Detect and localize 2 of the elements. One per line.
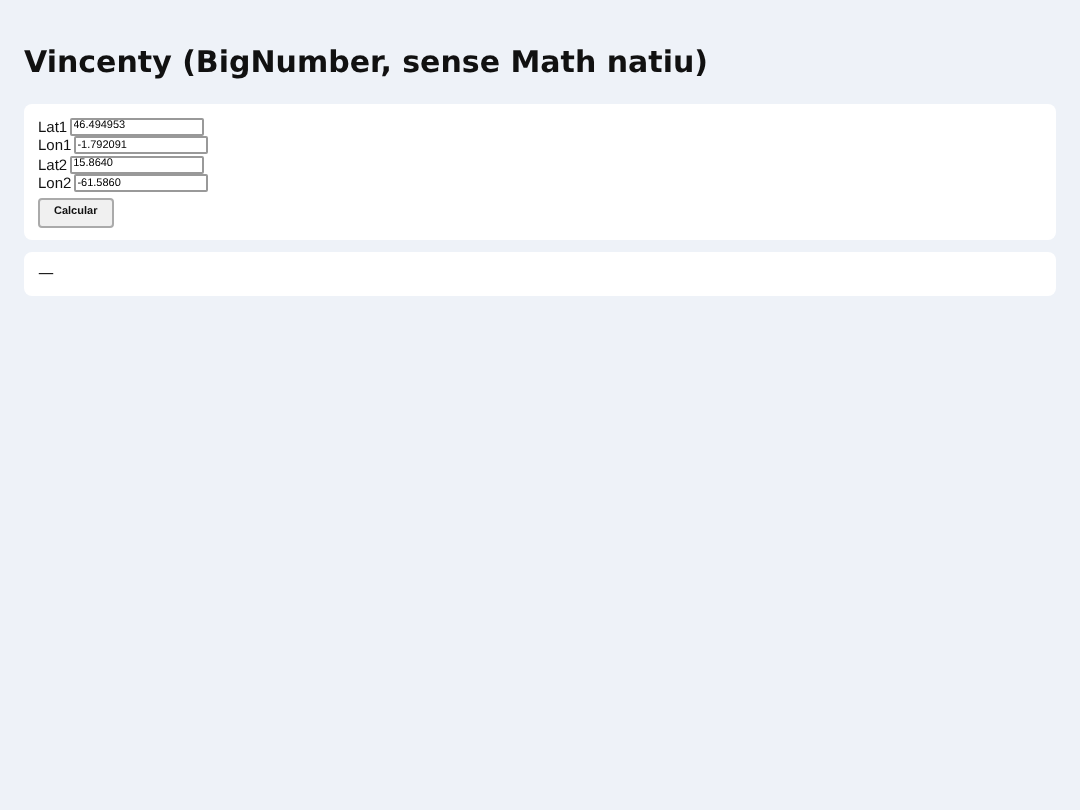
result-text: — — [38, 261, 54, 285]
page-title: Vincenty (BigNumber, sense Math natiu) — [24, 42, 711, 84]
